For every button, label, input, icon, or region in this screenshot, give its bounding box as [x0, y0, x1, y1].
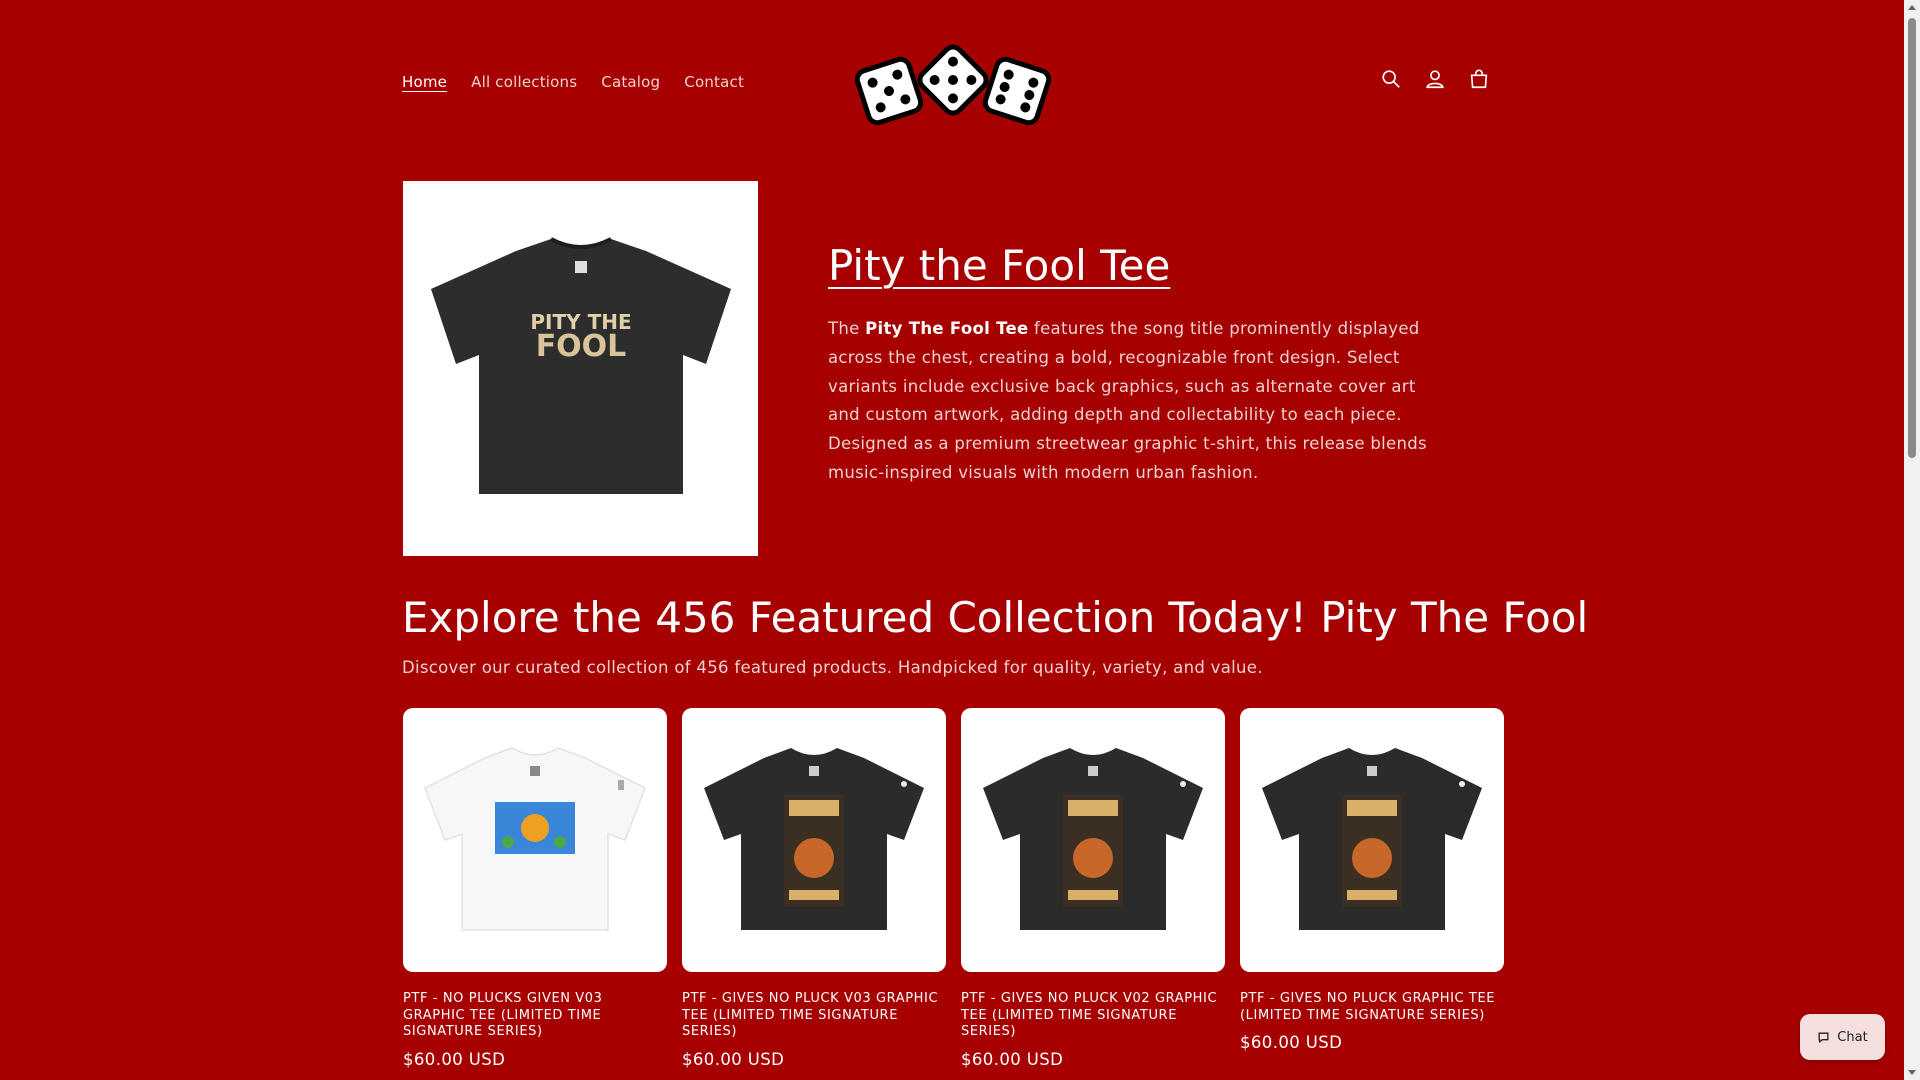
nav-catalog[interactable]: Catalog: [601, 73, 660, 91]
black-tshirt-image: [704, 748, 924, 930]
hero-desc-bold: Pity The Fool Tee: [865, 319, 1029, 338]
black-tshirt-image: [983, 748, 1203, 930]
chat-bubble-icon: [1818, 1032, 1829, 1043]
nav-home[interactable]: Home: [402, 73, 447, 91]
header-icons: [1380, 68, 1490, 90]
product-image[interactable]: [682, 708, 946, 972]
product-title[interactable]: PTF - NO PLUCKS GIVEN V03 GRAPHIC TEE (L…: [403, 991, 667, 1041]
nav-all-collections[interactable]: All collections: [471, 73, 577, 91]
scroll-thumb[interactable]: [1908, 18, 1916, 458]
product-title[interactable]: PTF - GIVES NO PLUCK V03 GRAPHIC TEE (LI…: [682, 991, 946, 1041]
hero-product-image[interactable]: PITY THE FOOL: [403, 181, 758, 556]
search-icon[interactable]: [1380, 68, 1402, 90]
product-price: $60.00 USD: [961, 1049, 1064, 1069]
product-card[interactable]: PTF - NO PLUCKS GIVEN V03 GRAPHIC TEE (L…: [403, 708, 667, 1069]
scroll-up-arrow-icon[interactable]: [1908, 5, 1916, 10]
chat-label: Chat: [1837, 1029, 1868, 1045]
cart-icon[interactable]: [1468, 68, 1490, 90]
shirt-print-line2: FOOL: [535, 329, 626, 364]
product-price: $60.00 USD: [403, 1049, 506, 1069]
account-icon[interactable]: [1424, 68, 1446, 90]
three-dice-logo[interactable]: [851, 43, 1055, 129]
product-image[interactable]: [1240, 708, 1504, 972]
product-title[interactable]: PTF - GIVES NO PLUCK V02 GRAPHIC TEE (LI…: [961, 991, 1225, 1041]
hero-desc-rest: features the song title prominently disp…: [828, 319, 1427, 482]
hero-desc-prefix: The: [828, 319, 866, 338]
product-image[interactable]: [961, 708, 1225, 972]
collection-title: Explore the 456 Featured Collection Toda…: [402, 593, 1589, 642]
product-title[interactable]: PTF - GIVES NO PLUCK GRAPHIC TEE (LIMITE…: [1240, 991, 1504, 1024]
product-image[interactable]: [403, 708, 667, 972]
hero-description: The Pity The Fool Tee features the song …: [828, 315, 1438, 488]
product-card[interactable]: PTF - GIVES NO PLUCK V02 GRAPHIC TEE (LI…: [961, 708, 1225, 1069]
nav-contact[interactable]: Contact: [684, 73, 744, 91]
hero-product-title[interactable]: Pity the Fool Tee: [828, 241, 1170, 290]
collection-subtitle: Discover our curated collection of 456 f…: [402, 658, 1263, 677]
product-price: $60.00 USD: [682, 1049, 785, 1069]
white-tshirt-image: [424, 747, 646, 931]
product-card[interactable]: PTF - GIVES NO PLUCK GRAPHIC TEE (LIMITE…: [1240, 708, 1504, 1052]
product-price: $60.00 USD: [1240, 1033, 1343, 1052]
chat-button[interactable]: Chat: [1800, 1014, 1885, 1060]
black-tshirt-image: PITY THE FOOL: [430, 236, 731, 494]
main-nav: Home All collections Catalog Contact: [402, 73, 744, 91]
black-tshirt-image: [1262, 748, 1482, 930]
product-card[interactable]: PTF - GIVES NO PLUCK V03 GRAPHIC TEE (LI…: [682, 708, 946, 1069]
page: Home All collections Catalog Contact PIT…: [0, 0, 1904, 1080]
page-scrollbar[interactable]: [1904, 0, 1920, 1080]
scroll-down-arrow-icon[interactable]: [1908, 1070, 1916, 1075]
